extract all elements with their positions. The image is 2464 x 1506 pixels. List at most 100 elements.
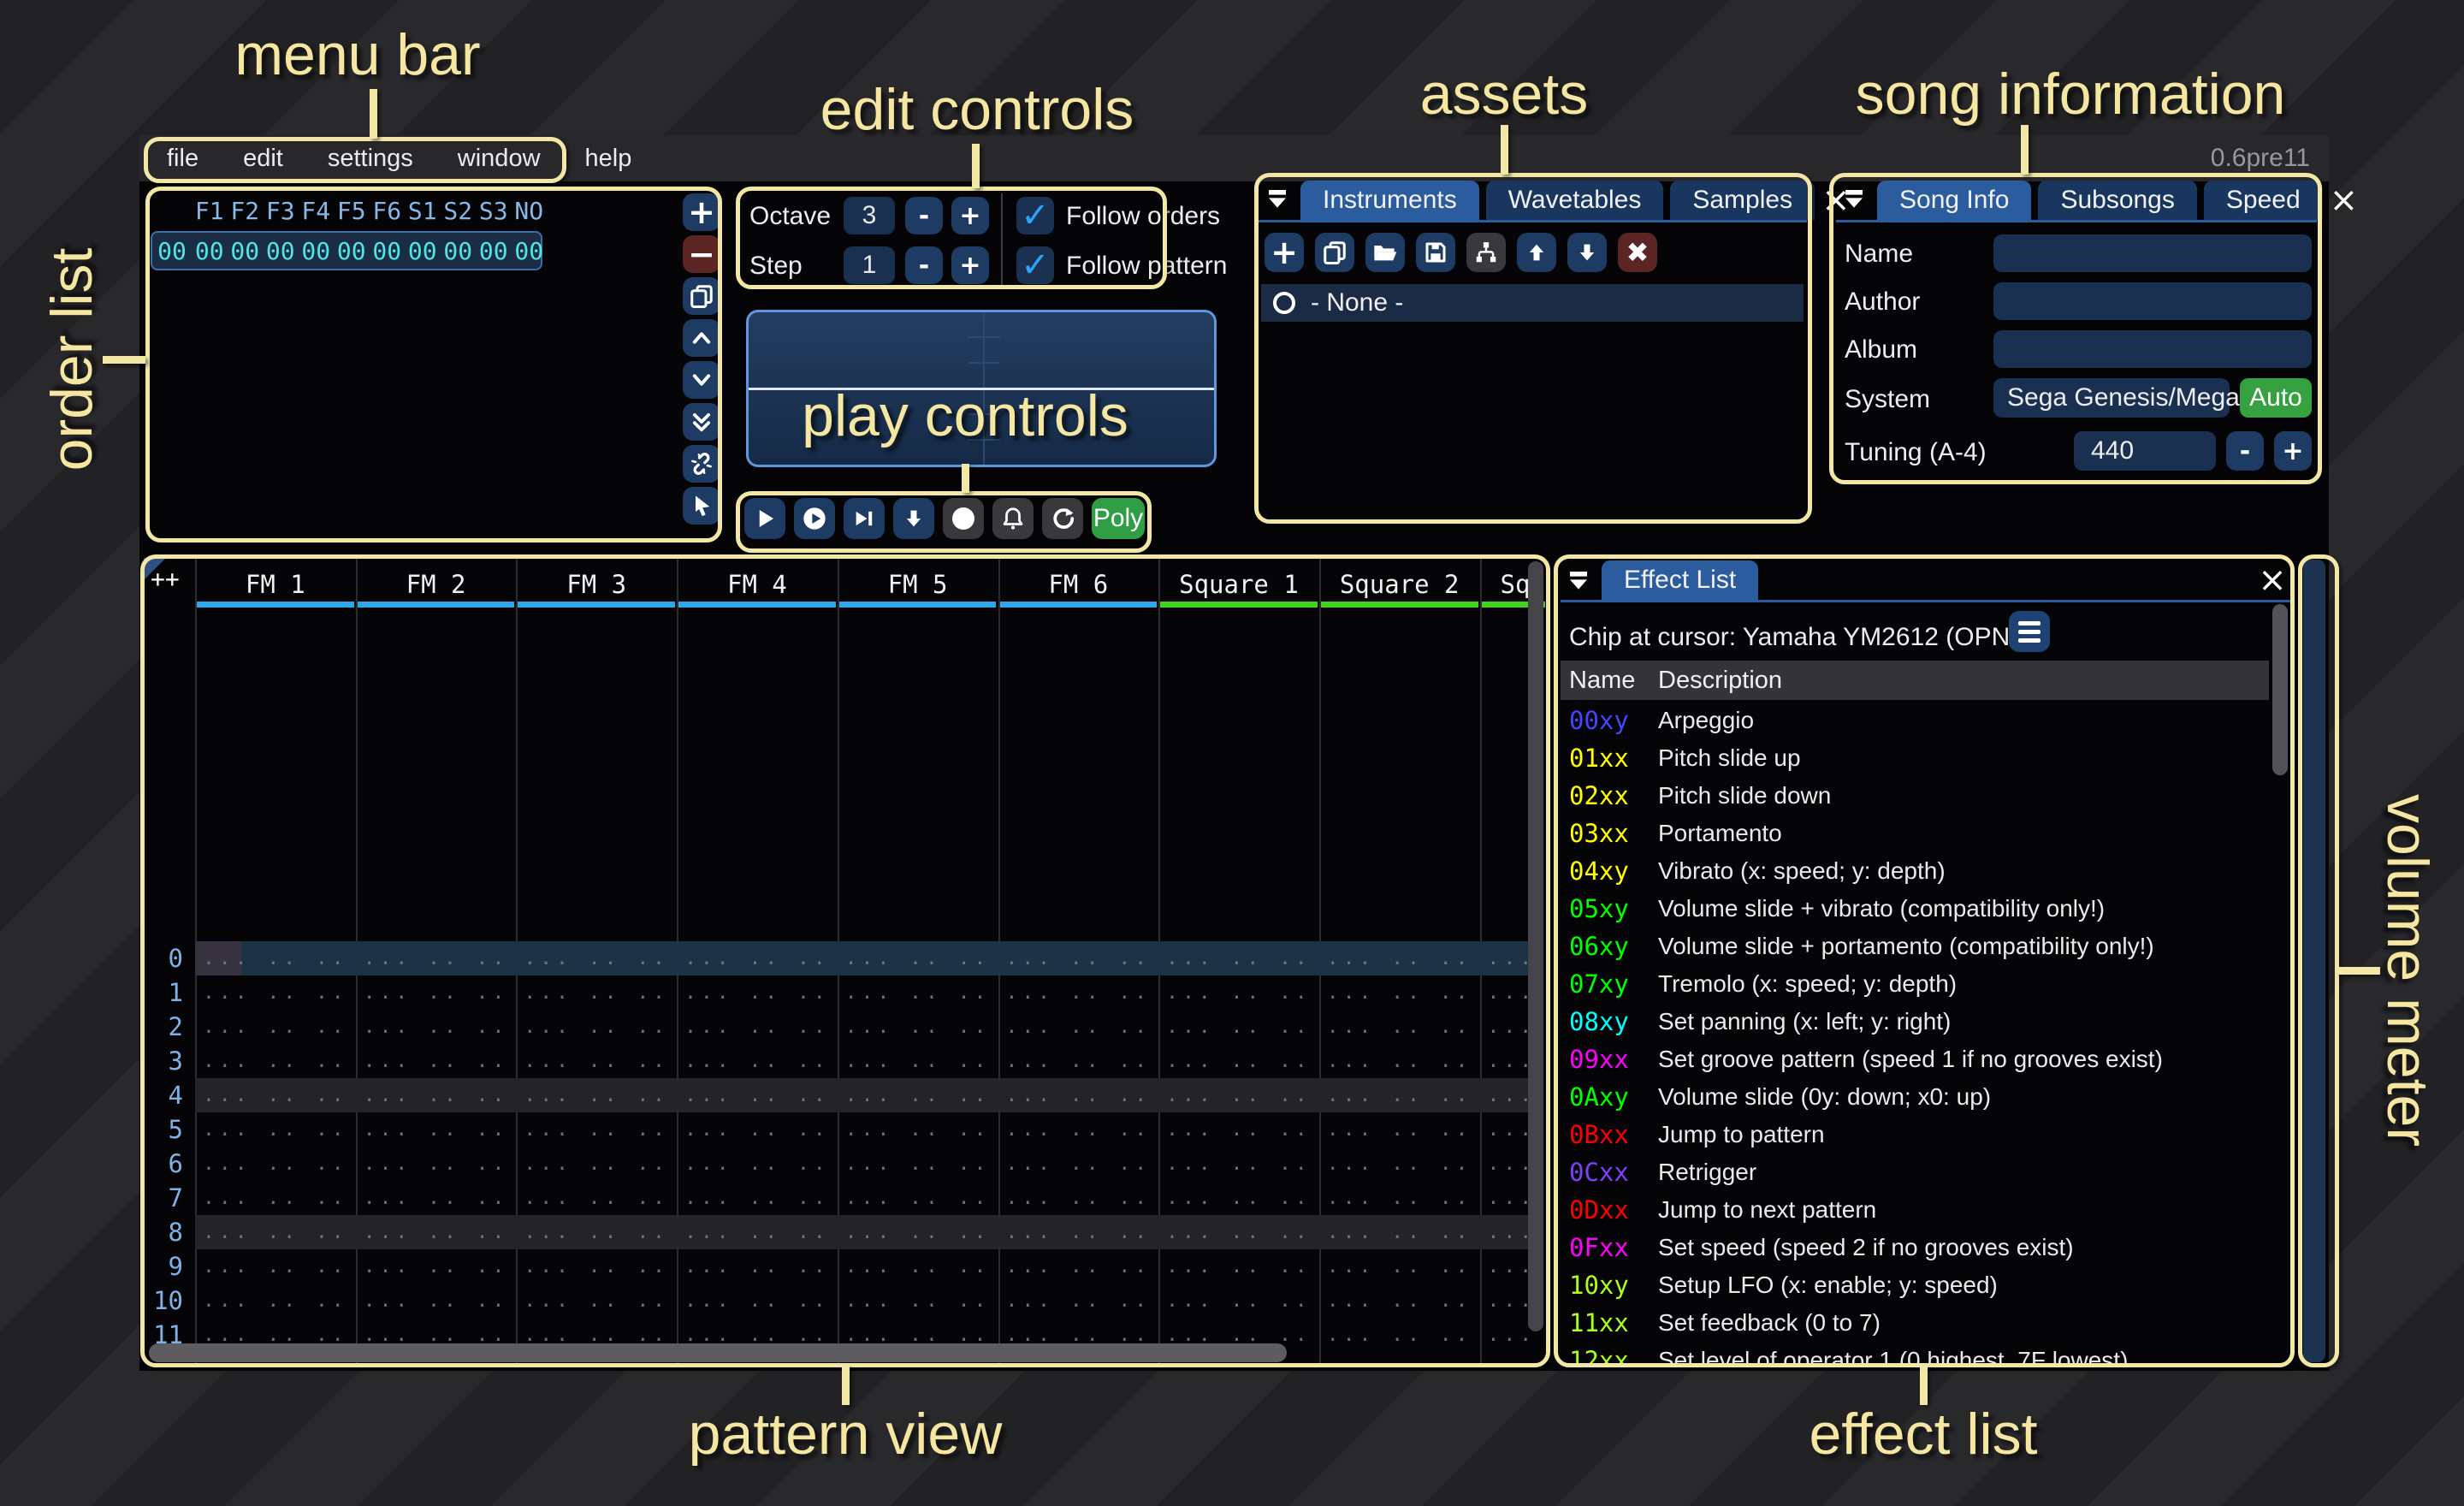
pattern-cell[interactable]: ... .. .. .... — [195, 975, 356, 1010]
order-edit-mode-button[interactable] — [683, 487, 720, 525]
pattern-cell[interactable]: ... .. .. .... — [838, 1112, 998, 1147]
effect-row-01xx[interactable]: 01xxPitch slide up — [1561, 739, 2269, 777]
pattern-cell[interactable]: ... .. .. .... — [356, 1249, 517, 1284]
close-icon[interactable]: × — [2330, 181, 2359, 220]
pattern-cell[interactable]: ... .. .. .... — [356, 1181, 517, 1215]
pattern-cell[interactable]: ... .. .. .... — [838, 941, 998, 975]
asset-tree-view-button[interactable] — [1466, 233, 1506, 272]
effect-row-03xx[interactable]: 03xxPortamento — [1561, 815, 2269, 852]
pattern-cell[interactable]: ... .. .. .... — [195, 1181, 356, 1215]
pattern-cell[interactable]: ... .. .. .... — [195, 1249, 356, 1284]
order-move-down-button[interactable] — [683, 361, 720, 399]
tab-subsongs[interactable]: Subsongs — [2038, 181, 2196, 220]
pattern-cell[interactable]: ... .. .. .... — [356, 1010, 517, 1044]
author-input[interactable] — [1993, 282, 2312, 320]
pattern-cell[interactable]: ... .. .. .... — [1158, 941, 1319, 975]
order-list-row[interactable]: 0000000000000000000000 — [151, 231, 542, 270]
order-cell[interactable]: 00 — [228, 233, 264, 269]
pattern-cell[interactable]: ... .. .. .... — [1319, 1181, 1480, 1215]
pattern-cell[interactable]: ... .. .. .... — [195, 1078, 356, 1112]
effect-row-0Fxx[interactable]: 0FxxSet speed (speed 2 if no grooves exi… — [1561, 1229, 2269, 1266]
pattern-cell[interactable]: ... .. .. .... — [1480, 941, 1529, 975]
metronome-button[interactable] — [992, 498, 1034, 539]
pattern-cell[interactable]: ... .. .. .... — [1480, 1181, 1529, 1215]
menu-item-settings[interactable]: settings — [328, 145, 413, 173]
tab-samples[interactable]: Samples — [1670, 181, 1815, 220]
effect-row-09xx[interactable]: 09xxSet groove pattern (speed 1 if no gr… — [1561, 1041, 2269, 1078]
pattern-cell[interactable]: ... .. .. .... — [1158, 1078, 1319, 1112]
poly-button[interactable]: Poly — [1092, 498, 1145, 539]
pattern-cell[interactable]: ... .. .. .... — [1319, 1147, 1480, 1181]
channel-header-fm-5[interactable]: FM 5 — [838, 558, 998, 611]
pattern-cell[interactable]: ... .. .. .... — [677, 1112, 838, 1147]
pattern-cell[interactable]: ... .. .. .... — [677, 941, 838, 975]
album-input[interactable] — [1993, 330, 2312, 368]
pattern-row-7[interactable]: 7... .. .. ....... .. .. ....... .. .. .… — [144, 1181, 1545, 1215]
pattern-cell[interactable]: ... .. .. .... — [516, 1249, 677, 1284]
pattern-cell[interactable]: ... .. .. .... — [1158, 1249, 1319, 1284]
pattern-cell[interactable]: ... .. .. .... — [1480, 1147, 1529, 1181]
tab-speed[interactable]: Speed — [2204, 181, 2323, 220]
close-icon[interactable]: × — [2254, 560, 2291, 600]
effect-row-0Axy[interactable]: 0AxyVolume slide (0y: down; x0: up) — [1561, 1078, 2269, 1116]
menu-item-file[interactable]: file — [167, 145, 198, 173]
pattern-cell[interactable]: ... .. .. .... — [516, 1284, 677, 1318]
pattern-cell[interactable]: ... .. .. .... — [1319, 1010, 1480, 1044]
order-cell[interactable]: 00 — [476, 233, 512, 269]
channel-header-square-2[interactable]: Square 2 — [1319, 558, 1480, 611]
pattern-cell[interactable]: ... .. .. .... — [998, 1044, 1158, 1078]
pattern-cell[interactable]: ... .. .. .... — [1158, 1284, 1319, 1318]
octave-minus-button[interactable]: - — [905, 197, 943, 234]
pattern-cell[interactable]: ... .. .. .... — [356, 1044, 517, 1078]
pattern-expand-control[interactable]: ++ — [151, 565, 180, 593]
pattern-cell[interactable]: ... .. .. .... — [195, 1147, 356, 1181]
effect-row-07xy[interactable]: 07xyTremolo (x: speed; y: depth) — [1561, 965, 2269, 1003]
pattern-cell[interactable]: ... .. .. .... — [1319, 1044, 1480, 1078]
pattern-cell[interactable]: ... .. .. .... — [677, 1249, 838, 1284]
pattern-cell[interactable]: ... .. .. .... — [195, 1044, 356, 1078]
pattern-cell[interactable]: ... .. .. .... — [516, 1078, 677, 1112]
pattern-cell[interactable]: ... .. .. .... — [998, 1215, 1158, 1249]
play-pattern-button[interactable] — [794, 498, 835, 539]
pattern-cell[interactable]: ... .. .. .... — [356, 1215, 517, 1249]
asset-open-button[interactable] — [1365, 233, 1405, 272]
tab-instruments[interactable]: Instruments — [1300, 181, 1479, 220]
pattern-cell[interactable]: ... .. .. .... — [1319, 1318, 1480, 1352]
order-cell[interactable]: 00 — [263, 233, 299, 269]
tuning-minus-button[interactable]: - — [2226, 431, 2264, 471]
asset-add-button[interactable]: + — [1265, 233, 1304, 272]
pattern-cell[interactable]: ... .. .. .... — [1480, 1249, 1529, 1284]
play-from-cursor-button[interactable] — [844, 498, 885, 539]
channel-header-fm-6[interactable]: FM 6 — [998, 558, 1158, 611]
pattern-vertical-scrollbar[interactable] — [1528, 561, 1543, 1331]
pattern-row-1[interactable]: 1... .. .. ....... .. .. ....... .. .. .… — [144, 975, 1545, 1010]
pattern-cell[interactable]: ... .. .. .... — [1319, 941, 1480, 975]
pattern-cell[interactable]: ... .. .. .... — [195, 1010, 356, 1044]
asset-delete-button[interactable]: ✖ — [1618, 233, 1657, 272]
pattern-cell[interactable]: ... .. .. .... — [516, 1318, 677, 1352]
channel-header-fm-3[interactable]: FM 3 — [516, 558, 677, 611]
pattern-cell[interactable]: ... .. .. .... — [516, 1215, 677, 1249]
pattern-cell[interactable]: ... .. .. .... — [516, 1010, 677, 1044]
effect-row-02xx[interactable]: 02xxPitch slide down — [1561, 777, 2269, 815]
pattern-cell[interactable]: ... .. .. .... — [677, 1318, 838, 1352]
pattern-cell[interactable]: ... .. .. .... — [838, 1147, 998, 1181]
play-button[interactable] — [744, 498, 785, 539]
effect-row-0Dxx[interactable]: 0DxxJump to next pattern — [1561, 1191, 2269, 1229]
pattern-cell[interactable]: ... .. .. .... — [195, 941, 356, 975]
pattern-cell[interactable]: ... .. .. .... — [998, 1284, 1158, 1318]
effect-row-00xy[interactable]: 00xyArpeggio — [1561, 702, 2269, 739]
pattern-cell[interactable]: ... .. .. .... — [1480, 1215, 1529, 1249]
pattern-cell[interactable]: ... .. .. .... — [838, 1181, 998, 1215]
collapse-icon[interactable] — [1841, 186, 1867, 211]
pattern-cell[interactable]: ... .. .. .... — [1480, 1010, 1529, 1044]
order-cell[interactable]: 00 — [441, 233, 477, 269]
channel-header-fm-2[interactable]: FM 2 — [356, 558, 517, 611]
order-cell[interactable]: 00 — [192, 233, 228, 269]
pattern-cell[interactable]: ... .. .. .... — [998, 1010, 1158, 1044]
order-cell[interactable]: 00 — [334, 233, 370, 269]
pattern-row-9[interactable]: 9... .. .. ....... .. .. ....... .. .. .… — [144, 1249, 1545, 1284]
pattern-row-6[interactable]: 6... .. .. ....... .. .. ....... .. .. .… — [144, 1147, 1545, 1181]
pattern-cell[interactable]: ... .. .. .... — [838, 1249, 998, 1284]
follow-orders-checkbox[interactable]: ✓ — [1016, 197, 1054, 234]
